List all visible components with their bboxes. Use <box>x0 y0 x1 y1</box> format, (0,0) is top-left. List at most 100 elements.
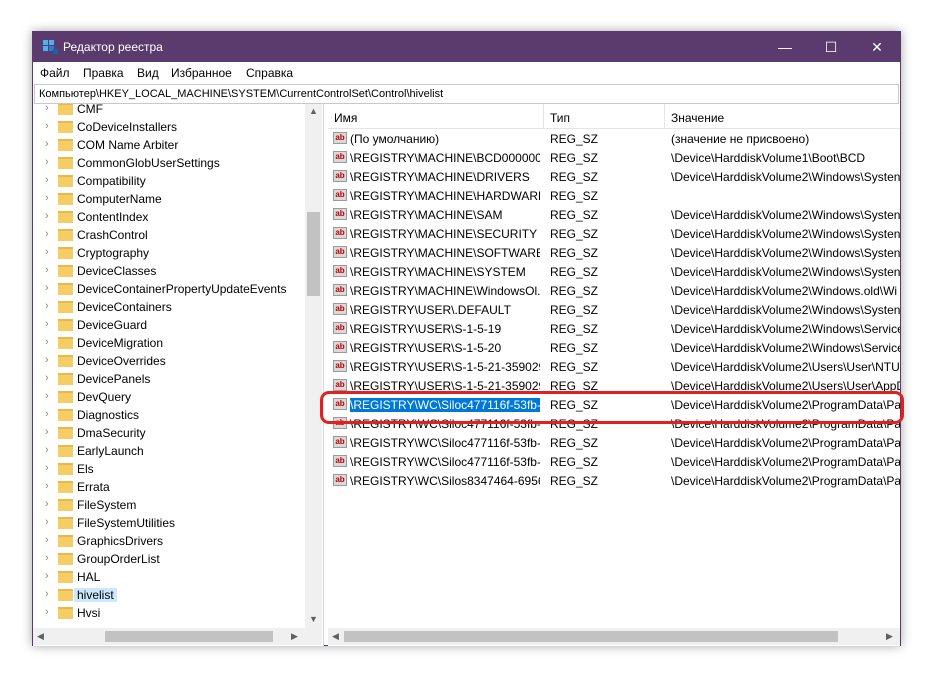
title-bar[interactable]: Редактор реестра — ☐ ✕ <box>33 32 900 62</box>
expand-chevron-icon[interactable]: › <box>45 552 49 564</box>
column-type[interactable]: Тип <box>550 111 570 125</box>
value-row[interactable]: ab \REGISTRY\MACHINE\SYSTEM REG_SZ \Device\… <box>328 262 900 281</box>
tree-item[interactable]: › GraphicsDrivers <box>33 532 305 550</box>
expand-chevron-icon[interactable]: › <box>45 300 49 312</box>
expand-chevron-icon[interactable]: › <box>45 282 49 294</box>
tree-item[interactable]: › DevQuery <box>33 388 305 406</box>
column-data[interactable]: Значение <box>671 111 724 125</box>
value-row[interactable]: ab \REGISTRY\USER\.DEFAULT REG_SZ \Device\H… <box>328 300 900 319</box>
minimize-button[interactable]: — <box>762 32 808 62</box>
tree-item[interactable]: › CommonGlobUserSettings <box>33 154 305 172</box>
expand-chevron-icon[interactable]: › <box>45 228 49 240</box>
expand-chevron-icon[interactable]: › <box>45 156 49 168</box>
expand-chevron-icon[interactable]: › <box>45 390 49 402</box>
address-bar[interactable]: Компьютер\HKEY_LOCAL_MACHINE\SYSTEM\Curr… <box>34 84 899 104</box>
value-row[interactable]: ab \REGISTRY\MACHINE\SAM REG_SZ \Device\Har… <box>328 205 900 224</box>
value-row[interactable]: ab \REGISTRY\MACHINE\WindowsOl... REG_SZ \D… <box>328 281 900 300</box>
expand-chevron-icon[interactable]: › <box>45 138 49 150</box>
tree-item[interactable]: › DeviceContainers <box>33 298 305 316</box>
tree-item[interactable]: › DeviceMigration <box>33 334 305 352</box>
tree-item[interactable]: › DeviceOverrides <box>33 352 305 370</box>
tree-item[interactable]: › DmaSecurity <box>33 424 305 442</box>
tree-item[interactable]: › EarlyLaunch <box>33 442 305 460</box>
expand-chevron-icon[interactable]: › <box>45 462 49 474</box>
expand-chevron-icon[interactable]: › <box>45 588 49 600</box>
tree-item[interactable]: › DeviceContainerPropertyUpdateEvents <box>33 280 305 298</box>
expand-chevron-icon[interactable]: › <box>45 516 49 528</box>
tree-item[interactable]: › Errata <box>33 478 305 496</box>
tree-scroll-thumb[interactable] <box>307 212 320 296</box>
expand-chevron-icon[interactable]: › <box>45 534 49 546</box>
value-row[interactable]: ab \REGISTRY\WC\Siloc477116f-53fb-... REG_… <box>328 433 900 452</box>
values-list-pane[interactable]: Имя Тип Значение ab (По умолчанию) REG_SZ(… <box>328 104 900 646</box>
expand-chevron-icon[interactable]: › <box>45 174 49 186</box>
close-button[interactable]: ✕ <box>854 32 900 62</box>
tree-item[interactable]: › HAL <box>33 568 305 586</box>
value-row[interactable]: ab \REGISTRY\MACHINE\SOFTWARE REG_SZ \Devic… <box>328 243 900 262</box>
tree-item[interactable]: › CMF <box>33 104 305 118</box>
tree-item[interactable]: › FileSystem <box>33 496 305 514</box>
tree-item[interactable]: › COM Name Arbiter <box>33 136 305 154</box>
tree-item[interactable]: › DeviceGuard <box>33 316 305 334</box>
tree-hscroll-thumb[interactable] <box>105 631 273 642</box>
value-row[interactable]: ab (По умолчанию) REG_SZ (значение не присв… <box>328 129 900 148</box>
expand-chevron-icon[interactable]: › <box>45 408 49 420</box>
tree-item[interactable]: › ComputerName <box>33 190 305 208</box>
tree-item[interactable]: › DeviceClasses <box>33 262 305 280</box>
column-separator[interactable] <box>543 104 544 128</box>
scroll-left-arrow-icon[interactable]: ◀ <box>37 631 44 642</box>
expand-chevron-icon[interactable]: › <box>45 354 49 366</box>
scroll-right-arrow-icon[interactable]: ▶ <box>291 631 298 642</box>
tree-item[interactable]: › CrashControl <box>33 226 305 244</box>
menu-file[interactable]: Файл <box>40 66 70 80</box>
value-row[interactable]: ab \REGISTRY\USER\S-1-5-20 REG_SZ \Device\H… <box>328 338 900 357</box>
tree-item[interactable]: › DevicePanels <box>33 370 305 388</box>
scroll-right-arrow-icon[interactable]: ▶ <box>886 631 893 642</box>
tree-vertical-scrollbar[interactable]: ▲ ▼ <box>305 104 322 628</box>
maximize-button[interactable]: ☐ <box>808 32 854 62</box>
menu-help[interactable]: Справка <box>246 66 293 80</box>
tree-item[interactable]: › Els <box>33 460 305 478</box>
menu-edit[interactable]: Правка <box>83 66 124 80</box>
expand-chevron-icon[interactable]: › <box>45 192 49 204</box>
tree-item[interactable]: › ContentIndex <box>33 208 305 226</box>
column-name[interactable]: Имя <box>334 111 357 125</box>
value-row[interactable]: ab \REGISTRY\MACHINE\SECURITY REG_SZ \Devic… <box>328 224 900 243</box>
tree-item[interactable]: › CoDeviceInstallers <box>33 118 305 136</box>
value-row[interactable]: ab \REGISTRY\USER\S-1-5-21-359029... REG_S… <box>328 357 900 376</box>
scroll-left-arrow-icon[interactable]: ◀ <box>332 631 339 642</box>
expand-chevron-icon[interactable]: › <box>45 444 49 456</box>
expand-chevron-icon[interactable]: › <box>45 246 49 258</box>
value-row[interactable]: ab \REGISTRY\MACHINE\HARDWARE REG_SZ <box>328 186 900 205</box>
tree-item[interactable]: › Cryptography <box>33 244 305 262</box>
expand-chevron-icon[interactable]: › <box>45 426 49 438</box>
list-hscroll-thumb[interactable] <box>344 631 838 642</box>
expand-chevron-icon[interactable]: › <box>45 480 49 492</box>
tree-item[interactable]: › FileSystemUtilities <box>33 514 305 532</box>
expand-chevron-icon[interactable]: › <box>45 120 49 132</box>
list-horizontal-scrollbar[interactable]: ◀ ▶ <box>328 628 900 645</box>
value-row[interactable]: ab \REGISTRY\WC\Silos8347464-6956... REG_S… <box>328 471 900 490</box>
expand-chevron-icon[interactable]: › <box>45 210 49 222</box>
scroll-up-arrow-icon[interactable]: ▲ <box>309 106 318 116</box>
expand-chevron-icon[interactable]: › <box>45 318 49 330</box>
tree-item[interactable]: › hivelist <box>33 586 305 604</box>
tree-horizontal-scrollbar[interactable]: ◀ ▶ <box>33 628 305 645</box>
value-row[interactable]: ab \REGISTRY\MACHINE\BCD00000000 REG_SZ \De… <box>328 148 900 167</box>
expand-chevron-icon[interactable]: › <box>45 372 49 384</box>
value-row[interactable]: ab \REGISTRY\USER\S-1-5-19 REG_SZ \Device\H… <box>328 319 900 338</box>
tree-item[interactable]: › GroupOrderList <box>33 550 305 568</box>
menu-favorites[interactable]: Избранное <box>171 66 232 80</box>
expand-chevron-icon[interactable]: › <box>45 264 49 276</box>
expand-chevron-icon[interactable]: › <box>45 498 49 510</box>
expand-chevron-icon[interactable]: › <box>45 570 49 582</box>
menu-view[interactable]: Вид <box>137 66 159 80</box>
expand-chevron-icon[interactable]: › <box>45 336 49 348</box>
tree-item[interactable]: › Hvsi <box>33 604 305 622</box>
tree-item[interactable]: › Diagnostics <box>33 406 305 424</box>
column-separator[interactable] <box>664 104 665 128</box>
key-tree-pane[interactable]: › CMF › CoDeviceInstallers › COM Name Arbiter… <box>33 104 324 646</box>
scroll-down-arrow-icon[interactable]: ▼ <box>309 614 318 624</box>
value-row[interactable]: ab \REGISTRY\WC\Siloc477116f-53fb-... REG_… <box>328 452 900 471</box>
expand-chevron-icon[interactable]: › <box>45 104 49 114</box>
